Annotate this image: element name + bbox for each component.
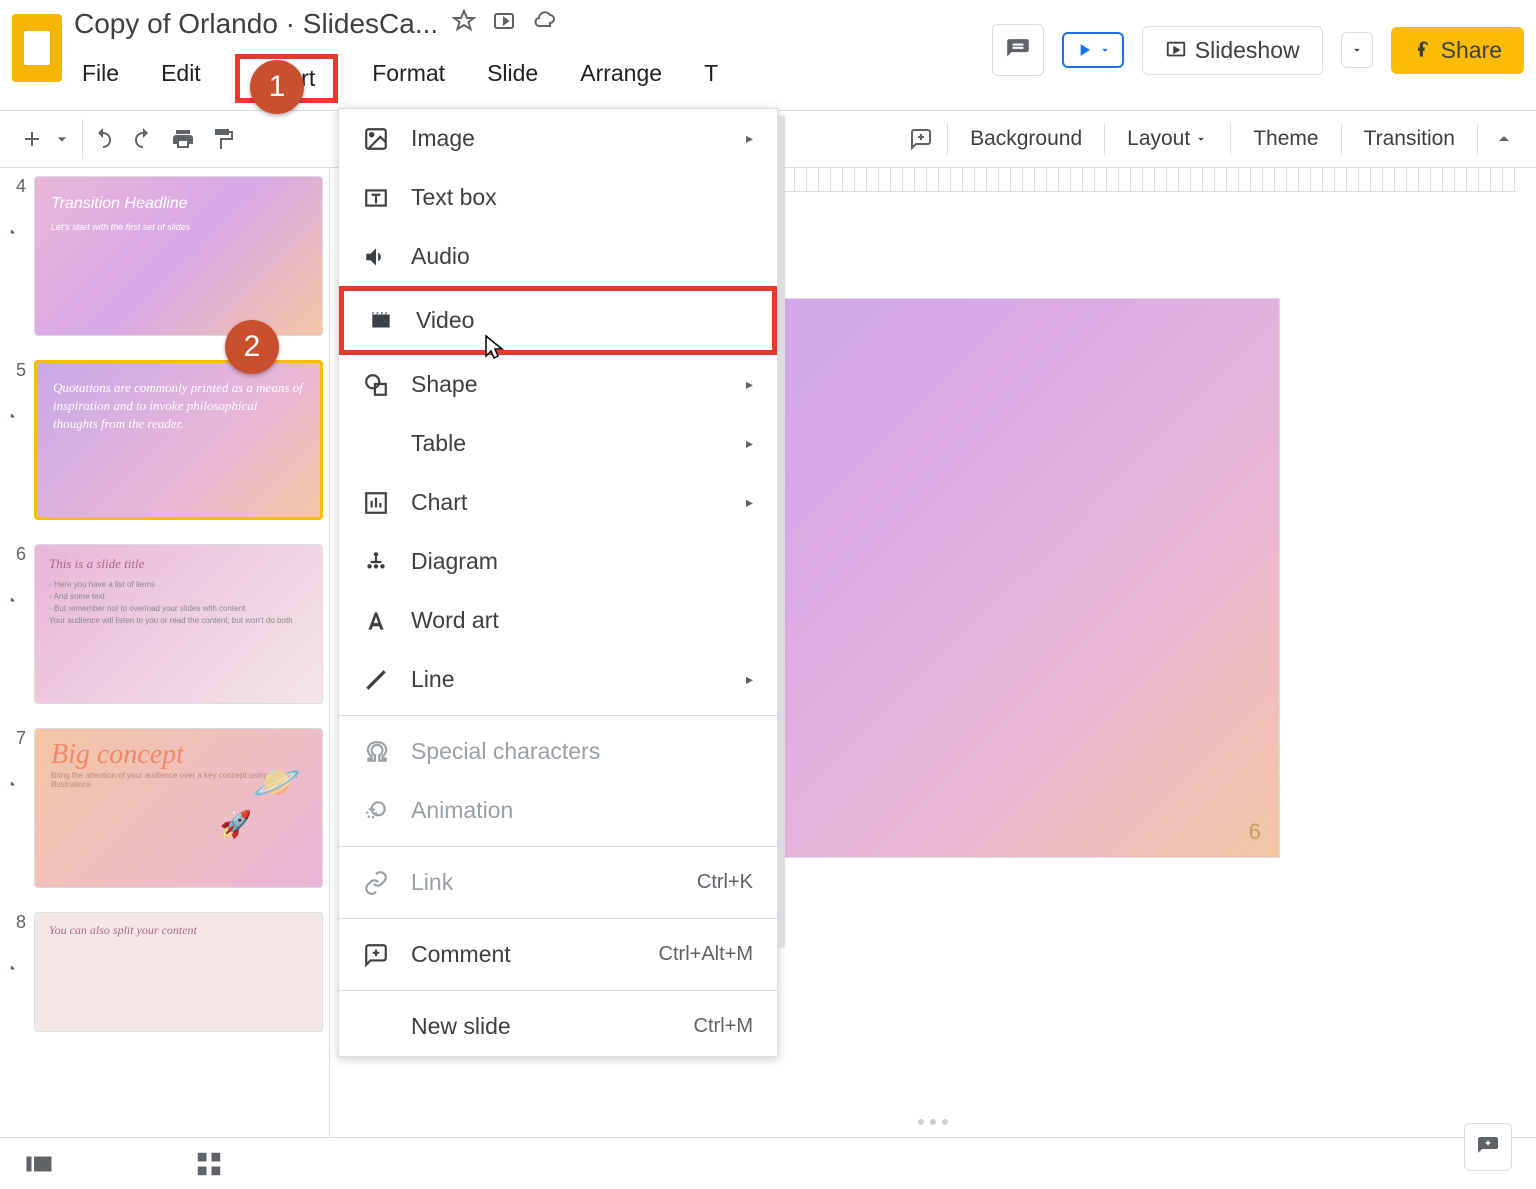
transition-icon: ◔: [6, 961, 26, 979]
dd-table[interactable]: Table▸: [339, 414, 777, 473]
slides-logo[interactable]: [12, 14, 62, 82]
grid-view-icon[interactable]: [194, 1149, 224, 1179]
star-icon[interactable]: [452, 8, 476, 40]
dd-newslide[interactable]: New slideCtrl+M: [339, 997, 777, 1056]
cloud-icon[interactable]: [532, 8, 556, 40]
menu-format[interactable]: Format: [364, 54, 453, 103]
dd-shape[interactable]: Shape▸: [339, 355, 777, 414]
menu-bar: File Edit Insert Format Slide Arrange T: [74, 54, 992, 103]
new-slide-button[interactable]: [12, 119, 52, 159]
menu-arrange[interactable]: Arrange: [572, 54, 670, 103]
filmstrip-view-icon[interactable]: [24, 1149, 54, 1179]
transition-icon: ◔: [6, 777, 26, 795]
dd-textbox[interactable]: Text box: [339, 168, 777, 227]
add-comment-icon[interactable]: [901, 119, 941, 159]
doc-title[interactable]: Copy of Orlando · SlidesCa...: [74, 8, 438, 40]
dd-comment[interactable]: CommentCtrl+Alt+M: [339, 925, 777, 984]
annotation-1: 1: [250, 60, 304, 114]
theme-button[interactable]: Theme: [1237, 121, 1334, 157]
redo-button[interactable]: [123, 119, 163, 159]
transition-icon: ◔: [6, 409, 26, 427]
cursor-icon: [484, 334, 508, 362]
share-button[interactable]: Share: [1391, 27, 1524, 74]
dd-diagram[interactable]: Diagram: [339, 532, 777, 591]
dropdown-scrollbar[interactable]: [777, 109, 787, 1056]
thumbnail-5[interactable]: Quotations are commonly printed as a mea…: [34, 360, 323, 520]
explore-button[interactable]: [1464, 1123, 1512, 1171]
collapse-icon[interactable]: [1484, 119, 1524, 159]
header: Copy of Orlando · SlidesCa... File Edit …: [0, 0, 1536, 110]
thumb-num-5: 5: [6, 360, 26, 381]
annotation-2: 2: [225, 320, 279, 374]
menu-slide[interactable]: Slide: [479, 54, 546, 103]
dd-audio[interactable]: Audio: [339, 227, 777, 286]
menu-edit[interactable]: Edit: [153, 54, 209, 103]
slide-number: 6: [1249, 819, 1261, 845]
thumbnail-panel: 4 ◔ Transition HeadlineLet's start with t…: [0, 168, 330, 1189]
thumb-num-7: 7: [6, 728, 26, 749]
insert-dropdown: Image▸ Text box Audio Video Shape▸ Table…: [338, 108, 778, 1057]
menu-tools[interactable]: T: [696, 54, 726, 103]
background-button[interactable]: Background: [954, 121, 1098, 157]
thumb-num-4: 4: [6, 176, 26, 197]
dd-chart[interactable]: Chart▸: [339, 473, 777, 532]
pager-dots: [918, 1119, 948, 1125]
comment-history-icon[interactable]: [992, 24, 1044, 76]
dd-wordart[interactable]: Word art: [339, 591, 777, 650]
thumbnail-6[interactable]: This is a slide title◦ Here you have a l…: [34, 544, 323, 704]
share-label: Share: [1441, 37, 1502, 64]
menu-file[interactable]: File: [74, 54, 127, 103]
paint-format-button[interactable]: [203, 119, 243, 159]
print-button[interactable]: [163, 119, 203, 159]
thumb-num-6: 6: [6, 544, 26, 565]
thumbnail-4[interactable]: Transition HeadlineLet's start with the …: [34, 176, 323, 336]
new-slide-dropdown[interactable]: [52, 119, 72, 159]
thumbnail-8[interactable]: You can also split your content: [34, 912, 323, 1032]
bottom-bar: [0, 1137, 1536, 1189]
transition-button[interactable]: Transition: [1348, 121, 1471, 157]
dd-line[interactable]: Line▸: [339, 650, 777, 709]
slideshow-button[interactable]: Slideshow: [1142, 26, 1323, 75]
transition-icon: ◔: [6, 225, 26, 243]
transition-icon: ◔: [6, 593, 26, 611]
dd-animation: Animation: [339, 781, 777, 840]
thumb-num-8: 8: [6, 912, 26, 933]
layout-button[interactable]: Layout: [1111, 121, 1224, 157]
dd-link: LinkCtrl+K: [339, 853, 777, 912]
dd-special: Special characters: [339, 722, 777, 781]
slideshow-label: Slideshow: [1195, 37, 1300, 64]
dd-image[interactable]: Image▸: [339, 109, 777, 168]
undo-button[interactable]: [83, 119, 123, 159]
move-icon[interactable]: [492, 8, 516, 40]
dd-video[interactable]: Video: [339, 286, 777, 355]
slideshow-dropdown[interactable]: [1341, 32, 1373, 68]
present-button[interactable]: [1062, 32, 1124, 68]
thumbnail-7[interactable]: Big conceptBring the attention of your a…: [34, 728, 323, 888]
